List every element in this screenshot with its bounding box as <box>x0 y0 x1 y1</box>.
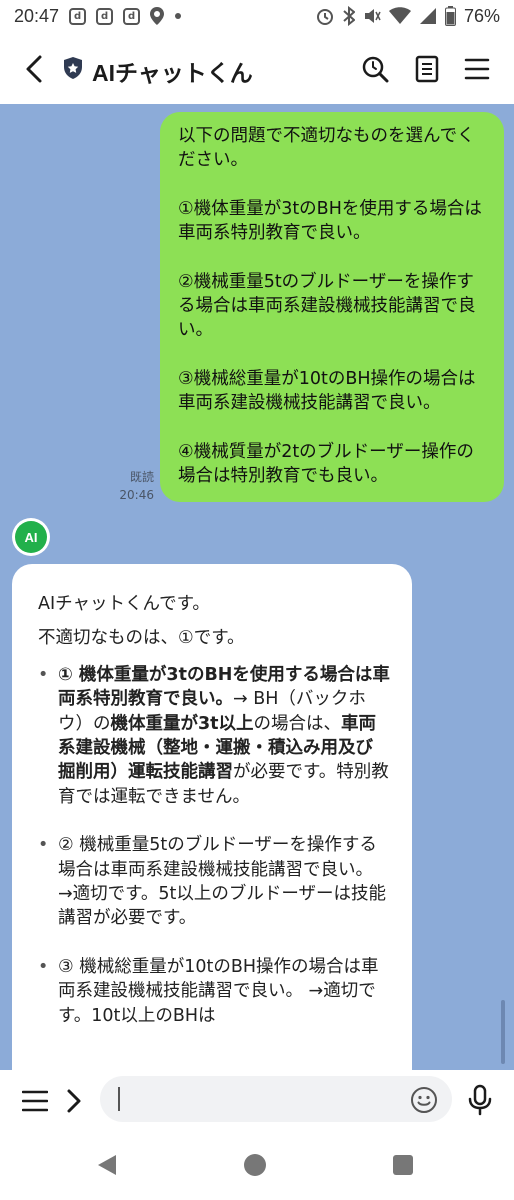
ai-intro: AIチャットくんです。 <box>38 594 210 614</box>
user-message-paragraph: ④機械質量が2tのブルドーザー操作の場合は特別教育でも良い。 <box>178 441 474 487</box>
notes-icon[interactable] <box>412 54 442 84</box>
app-notification-icon: d <box>123 7 141 25</box>
list-item: ② 機械重量5tのブルドーザーを操作する場合は車両系建設機械技能講習で良い。 →… <box>38 833 390 931</box>
app-notification-icon: d <box>69 7 87 25</box>
menu-icon[interactable] <box>462 54 492 84</box>
ai-avatar[interactable]: AI <box>12 518 50 556</box>
nav-recents-icon[interactable] <box>393 1155 413 1175</box>
list-item: ③ 機械総重量が10tのBH操作の場合は車両系建設機械技能講習で良い。 →適切で… <box>38 955 390 1028</box>
status-time: 20:47 <box>14 5 60 26</box>
status-bar: 20:47 d d d 76% <box>0 0 514 32</box>
message-input[interactable] <box>100 1076 452 1122</box>
ai-message-bubble[interactable]: AIチャットくんです。 不適切なものは、①です。 ① 機体重量が3tのBHを使用… <box>12 564 412 1070</box>
ai-answer-list: ① 機体重量が3tのBHを使用する場合は車両系特別教育で良い。→ BH（バックホ… <box>38 663 390 1028</box>
dot-icon <box>175 13 182 19</box>
message-meta: 既読 20:46 <box>112 468 154 504</box>
app-notification-icon: d <box>96 7 114 25</box>
user-message-paragraph: ③機械総重量が10tのBH操作の場合は車両系建設機械技能講習で良い。 <box>178 368 476 414</box>
system-nav-bar <box>0 1130 514 1200</box>
user-message-paragraph: ①機体重量が3tのBHを使用する場合は車両系特別教育で良い。 <box>178 198 482 244</box>
bluetooth-icon <box>343 6 355 26</box>
battery-percent: 76% <box>463 5 500 26</box>
emoji-icon[interactable] <box>410 1086 438 1114</box>
item1-text-b: の場合は、 <box>253 713 342 734</box>
location-icon <box>150 7 165 25</box>
text-caret <box>118 1087 120 1111</box>
back-icon[interactable] <box>22 54 48 84</box>
user-message-paragraph: 以下の問題で不適切なものを選んでください。 <box>178 126 475 171</box>
alarm-icon <box>316 9 333 25</box>
message-time: 20:46 <box>119 488 154 502</box>
item1-bold-b: 機体重量が3t以上 <box>110 713 254 734</box>
signal-icon <box>419 8 436 24</box>
microphone-icon[interactable] <box>468 1084 492 1116</box>
mute-icon <box>364 9 381 23</box>
ai-answer: 不適切なものは、①です。 <box>38 628 245 649</box>
hamburger-menu-icon[interactable] <box>22 1090 48 1112</box>
ai-avatar-label: AI <box>15 521 47 553</box>
chevron-right-icon[interactable] <box>64 1088 84 1114</box>
nav-home-icon[interactable] <box>244 1154 266 1176</box>
user-message-bubble[interactable]: 以下の問題で不適切なものを選んでください。 ①機体重量が3tのBHを使用する場合… <box>160 112 504 503</box>
battery-icon <box>444 6 456 26</box>
chat-header: AIチャットくん <box>0 32 514 104</box>
user-message-paragraph: ②機械重量5tのブルドーザーを操作する場合は車両系建設機械技能講習で良い。 <box>178 271 476 341</box>
chat-area[interactable]: 以下の問題で不適切なものを選んでください。 ①機体重量が3tのBHを使用する場合… <box>0 104 514 1070</box>
chat-scrollbar[interactable] <box>501 1000 505 1064</box>
nav-back-icon[interactable] <box>96 1154 118 1176</box>
chat-title: AIチャットくん <box>92 60 253 86</box>
read-label: 既読 <box>129 470 154 484</box>
input-bar <box>0 1070 514 1130</box>
search-icon[interactable] <box>360 54 390 84</box>
list-item: ① 機体重量が3tのBHを使用する場合は車両系特別教育で良い。→ BH（バックホ… <box>38 663 390 809</box>
wifi-icon <box>388 7 411 24</box>
shield-icon <box>64 57 82 79</box>
